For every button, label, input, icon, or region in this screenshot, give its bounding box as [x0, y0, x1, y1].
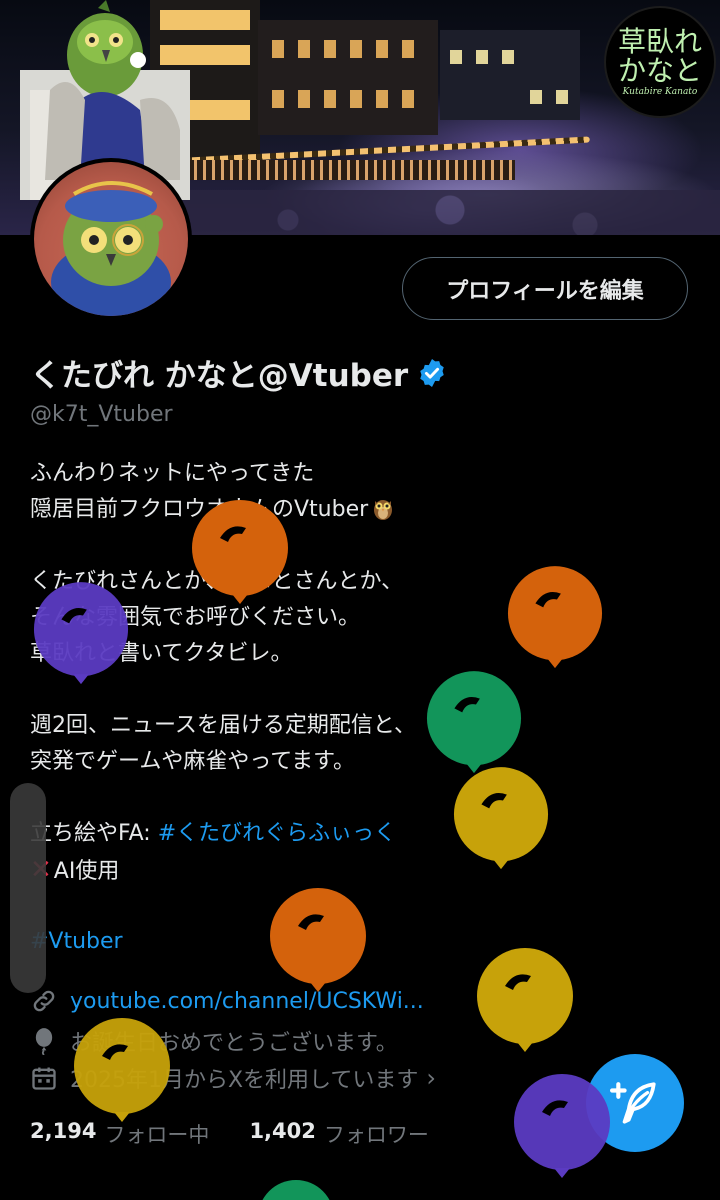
- compose-feather-icon: [610, 1082, 656, 1124]
- verified-badge-icon[interactable]: [416, 357, 448, 389]
- bio-line: ふんわりネットにやってきた: [30, 461, 315, 486]
- bio-line: 隠居目前フクロウオウムのVtuber: [30, 492, 690, 528]
- handle: @k7t_Vtuber: [30, 402, 173, 427]
- logo-subtext: Kutabire Kanato: [622, 87, 698, 98]
- followers-count[interactable]: 1,402: [249, 1119, 315, 1149]
- banner-building: [440, 30, 580, 120]
- bio-line: 立ち絵やFA: #くたびれぐらふぃっく: [30, 821, 397, 846]
- birthday-balloon: [33, 582, 129, 685]
- display-name: くたびれ かなと@Vtuber: [30, 358, 409, 394]
- bio-line: 突発でゲームや麻雀やってます。: [30, 749, 355, 774]
- website-link[interactable]: youtube.com/channel/UCSKWi...: [70, 989, 424, 1014]
- bio-line: 週2回、ニュースを届ける定期配信と、: [30, 713, 417, 738]
- birthday-balloon: [514, 1074, 610, 1178]
- channel-logo: 草臥れ かなと Kutabire Kanato: [604, 6, 716, 118]
- balloon-icon: [35, 1028, 53, 1055]
- birthday-balloon: [74, 1018, 170, 1122]
- banner-fence: [185, 160, 515, 180]
- banner-building: [258, 20, 438, 135]
- birthday-balloon: [270, 888, 366, 992]
- display-name-row: くたびれ かなと@Vtuber: [30, 350, 448, 395]
- bio: ふんわりネットにやってきた 隠居目前フクロウオウムのVtuber くたびれさんと…: [30, 456, 690, 960]
- birthday-balloon: [507, 566, 603, 669]
- birthday-balloon: [262, 1180, 330, 1200]
- birthday-balloon: [477, 948, 573, 1052]
- logo-text: 草臥れ かなと: [617, 24, 702, 87]
- scrollbar[interactable]: [10, 783, 46, 993]
- followers-label[interactable]: フォロワー: [324, 1119, 429, 1149]
- bio-line: ✕AI使用: [30, 852, 690, 888]
- calendar-icon: [32, 1067, 56, 1090]
- avatar[interactable]: [30, 158, 192, 320]
- banner-rocks: [180, 190, 720, 235]
- birthday-balloon: [453, 767, 549, 870]
- avatar-owl-illustration: [51, 181, 171, 316]
- owl-emoji-icon: [374, 500, 393, 520]
- hashtag-link[interactable]: #くたびれぐらふぃっく: [158, 821, 396, 846]
- birthday-balloon: [192, 500, 288, 604]
- edit-profile-button[interactable]: プロフィールを編集: [402, 257, 688, 320]
- chevron-right-icon: ›: [426, 1064, 437, 1092]
